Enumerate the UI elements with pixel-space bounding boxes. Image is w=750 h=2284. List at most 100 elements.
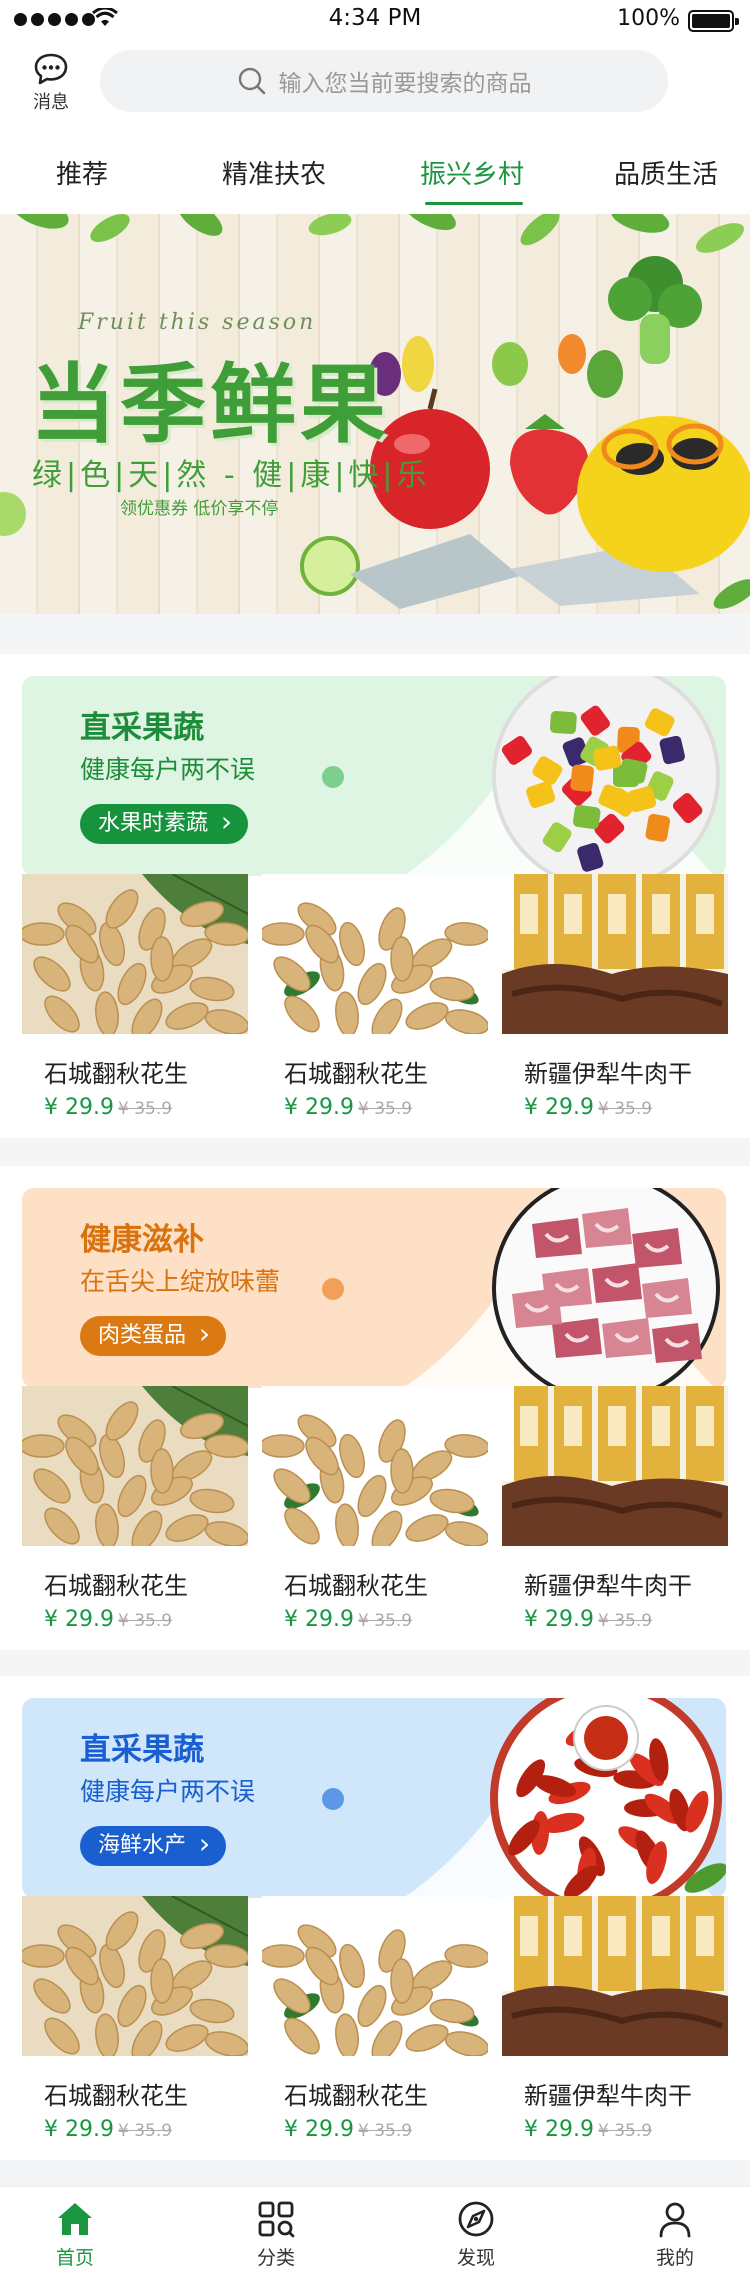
promo-card[interactable]: 健康滋补在舌尖上绽放味蕾肉类蛋品 <box>22 1188 726 1388</box>
tabbar-discover[interactable]: 发现 <box>421 2199 531 2270</box>
chat-bubble-icon <box>34 53 68 85</box>
bottom-tab-bar: 首页 分类 发现 我的 <box>0 2186 750 2284</box>
battery-icon <box>688 10 739 32</box>
banner-title: 当季鲜果 <box>30 355 390 455</box>
product-card[interactable]: 新疆伊犁牛肉干 ¥ 29.9 ¥ 35.9 <box>502 874 728 1120</box>
product-prices: ¥ 29.9 ¥ 35.9 <box>524 1095 728 1120</box>
product-row: 石城翻秋花生 ¥ 29.9 ¥ 35.9 石城翻秋花生 ¥ 29.9 ¥ 35.9 新疆伊犁… <box>22 874 730 1120</box>
product-price: ¥ 29.9 <box>284 1095 354 1120</box>
promo-image <box>466 1698 726 1898</box>
promo-card[interactable]: 直采果蔬健康每户两不误水果时素蔬 <box>22 676 726 876</box>
product-name: 新疆伊犁牛肉干 <box>524 1060 692 1088</box>
promo-title: 直采果蔬 <box>80 1732 204 1768</box>
seasonal-fruit-banner[interactable]: Fruit this season 当季鲜果 绿|色|天|然 - 健|康|快|乐… <box>0 214 750 614</box>
product-name: 石城翻秋花生 <box>284 2082 428 2110</box>
tabbar-discover-label: 发现 <box>456 2247 495 2269</box>
product-original-price: ¥ 35.9 <box>357 1099 413 1119</box>
product-prices: ¥ 29.9 ¥ 35.9 <box>524 2117 728 2142</box>
product-original-price: ¥ 35.9 <box>117 2121 173 2141</box>
product-image <box>262 1386 488 1546</box>
product-original-price: ¥ 35.9 <box>357 1611 413 1631</box>
product-price: ¥ 29.9 <box>524 1607 594 1632</box>
discover-icon <box>458 2201 494 2237</box>
product-original-price: ¥ 35.9 <box>597 2121 653 2141</box>
product-name: 石城翻秋花生 <box>44 2082 188 2110</box>
product-card[interactable]: 石城翻秋花生 ¥ 29.9 ¥ 35.9 <box>262 874 488 1120</box>
product-card[interactable]: 新疆伊犁牛肉干 ¥ 29.9 ¥ 35.9 <box>502 1896 728 2142</box>
tabbar-category[interactable]: 分类 <box>221 2199 331 2270</box>
search-header: 消息 输入您当前要搜索的商品 <box>0 40 750 130</box>
promo-title: 健康滋补 <box>80 1222 204 1258</box>
product-prices: ¥ 29.9 ¥ 35.9 <box>284 1095 488 1120</box>
promo-subtitle: 健康每户两不误 <box>80 1777 256 1806</box>
tab-quality-life[interactable]: 品质生活 <box>614 154 718 191</box>
product-image <box>502 1896 728 2056</box>
message-label: 消息 <box>33 92 69 113</box>
promo-image <box>466 676 726 876</box>
product-card[interactable]: 新疆伊犁牛肉干 ¥ 29.9 ¥ 35.9 <box>502 1386 728 1632</box>
product-price: ¥ 29.9 <box>284 2117 354 2142</box>
message-button[interactable]: 消息 <box>14 52 88 114</box>
product-prices: ¥ 29.9 ¥ 35.9 <box>524 1607 728 1632</box>
tab-rural-revitalization[interactable]: 振兴乡村 <box>420 154 524 191</box>
tabbar-profile-label: 我的 <box>655 2247 694 2269</box>
product-row: 石城翻秋花生 ¥ 29.9 ¥ 35.9 石城翻秋花生 ¥ 29.9 ¥ 35.9 新疆伊犁… <box>22 1896 730 2142</box>
promo-category-button[interactable]: 肉类蛋品 <box>80 1314 227 1356</box>
product-card[interactable]: 石城翻秋花生 ¥ 29.9 ¥ 35.9 <box>22 1386 248 1632</box>
product-card[interactable]: 石城翻秋花生 ¥ 29.9 ¥ 35.9 <box>22 874 248 1120</box>
promo-title: 直采果蔬 <box>80 710 204 746</box>
product-card[interactable]: 石城翻秋花生 ¥ 29.9 ¥ 35.9 <box>262 1386 488 1632</box>
search-icon <box>238 67 265 95</box>
product-section: 直采果蔬健康每户两不误海鲜水产石城翻秋花生¥ 29.9¥ 35.9石城翻秋花生¥… <box>0 1676 750 2160</box>
product-image <box>22 1386 248 1546</box>
promo-dot <box>322 1278 344 1300</box>
category-icon <box>258 2201 295 2238</box>
product-prices: ¥ 29.9 ¥ 35.9 <box>284 2117 488 2142</box>
promo-category-button[interactable]: 海鲜水产 <box>80 1824 227 1866</box>
product-image <box>262 874 488 1034</box>
promo-image <box>466 1188 726 1388</box>
product-section: 直采果蔬健康每户两不误水果时素蔬石城翻秋花生¥ 29.9¥ 35.9石城翻秋花生… <box>0 654 750 1138</box>
home-icon <box>58 2203 92 2235</box>
product-price: ¥ 29.9 <box>524 2117 594 2142</box>
product-card[interactable]: 石城翻秋花生 ¥ 29.9 ¥ 35.9 <box>262 1896 488 2142</box>
banner-coupon-text: 领优惠券 低价享不停 <box>120 499 279 519</box>
product-section: 健康滋补在舌尖上绽放味蕾肉类蛋品石城翻秋花生¥ 29.9¥ 35.9石城翻秋花生… <box>0 1166 750 1650</box>
banner-subtitle: 绿|色|天|然 - 健|康|快|乐 <box>32 458 431 493</box>
product-name: 石城翻秋花生 <box>44 1060 188 1088</box>
product-name: 石城翻秋花生 <box>44 1572 188 1600</box>
product-price: ¥ 29.9 <box>44 1095 114 1120</box>
product-price: ¥ 29.9 <box>524 1095 594 1120</box>
product-image <box>22 1896 248 2056</box>
product-price: ¥ 29.9 <box>44 1607 114 1632</box>
product-original-price: ¥ 35.9 <box>597 1611 653 1631</box>
tab-recommend[interactable]: 推荐 <box>56 154 108 191</box>
product-image <box>262 1896 488 2056</box>
product-prices: ¥ 29.9 ¥ 35.9 <box>284 1607 488 1632</box>
product-row: 石城翻秋花生 ¥ 29.9 ¥ 35.9 石城翻秋花生 ¥ 29.9 ¥ 35.9 新疆伊犁… <box>22 1386 730 1632</box>
promo-subtitle: 健康每户两不误 <box>80 755 256 784</box>
tabbar-home-label: 首页 <box>55 2247 94 2269</box>
product-original-price: ¥ 35.9 <box>117 1099 173 1119</box>
product-image <box>22 874 248 1034</box>
search-input[interactable]: 输入您当前要搜索的商品 <box>100 50 668 112</box>
tabbar-home[interactable]: 首页 <box>20 2199 130 2270</box>
product-price: ¥ 29.9 <box>284 1607 354 1632</box>
promo-category-button[interactable]: 水果时素蔬 <box>80 802 249 844</box>
promo-card[interactable]: 直采果蔬健康每户两不误海鲜水产 <box>22 1698 726 1898</box>
product-original-price: ¥ 35.9 <box>597 1099 653 1119</box>
search-placeholder: 输入您当前要搜索的商品 <box>278 71 532 97</box>
active-tab-indicator <box>425 202 523 205</box>
promo-dot <box>322 766 344 788</box>
promo-subtitle: 在舌尖上绽放味蕾 <box>80 1267 281 1296</box>
tabbar-profile[interactable]: 我的 <box>620 2199 730 2270</box>
tab-precision-farming[interactable]: 精准扶农 <box>222 154 326 191</box>
product-prices: ¥ 29.9 ¥ 35.9 <box>44 2117 248 2142</box>
category-tabs: 推荐 精准扶农 振兴乡村 品质生活 <box>0 130 750 214</box>
banner-script-text: Fruit this season <box>78 310 317 335</box>
promo-dot <box>322 1788 344 1810</box>
product-card[interactable]: 石城翻秋花生 ¥ 29.9 ¥ 35.9 <box>22 1896 248 2142</box>
product-price: ¥ 29.9 <box>44 2117 114 2142</box>
product-name: 石城翻秋花生 <box>284 1060 428 1088</box>
product-original-price: ¥ 35.9 <box>357 2121 413 2141</box>
